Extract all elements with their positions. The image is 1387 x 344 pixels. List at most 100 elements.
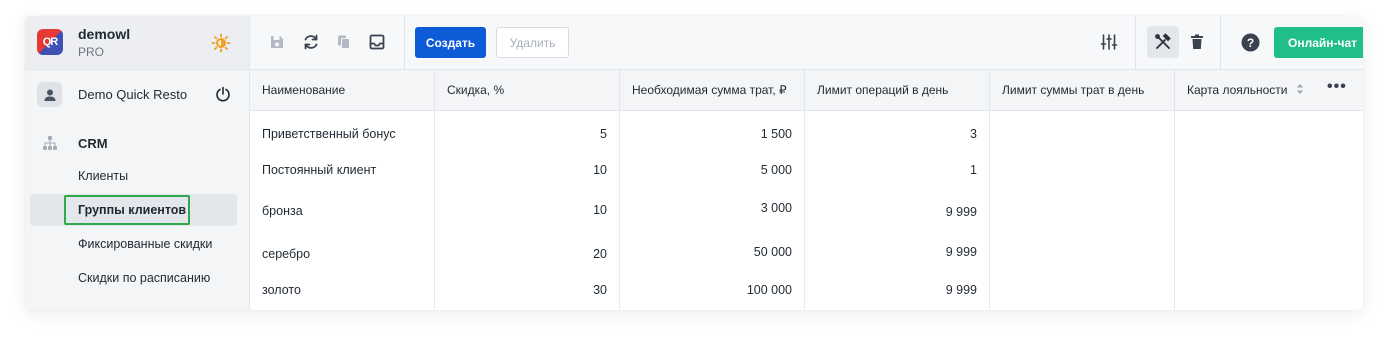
column-header-label: Необходимая сумма трат, ₽ <box>632 83 787 97</box>
column-header-daily-spend-limit[interactable]: Лимит суммы трат в день <box>990 70 1175 110</box>
table-cell-value: Приветственный бонус <box>262 127 396 141</box>
table-cell-value: серебро <box>262 247 311 261</box>
table-row[interactable]: Приветственный бонус 5 1 500 3 <box>250 111 1363 152</box>
table-cell-value: 10 <box>593 163 607 177</box>
brand-header[interactable]: QR demowl PRO <box>25 16 249 70</box>
table-row[interactable]: серебро 20 50 000 9 999 <box>250 231 1363 272</box>
hierarchy-icon <box>43 136 57 150</box>
column-header-daily-operations-limit[interactable]: Лимит операций в день <box>805 70 990 110</box>
table-cell[interactable]: 3 <box>805 111 990 151</box>
nav-item-label: Скидки по расписанию <box>78 271 211 285</box>
trash-icon[interactable] <box>1187 32 1207 52</box>
table-cell-value: 1 <box>970 163 977 177</box>
nav-item-fixed-discounts[interactable]: Фиксированные скидки <box>30 228 237 260</box>
toolbar-divider <box>404 16 405 69</box>
tools-icon[interactable] <box>1153 32 1173 52</box>
table-cell[interactable] <box>1175 151 1363 191</box>
table-cell[interactable] <box>990 271 1175 310</box>
table-cell-value: 9 999 <box>945 205 977 219</box>
nav-item-clients[interactable]: Клиенты <box>30 160 237 192</box>
more-options-icon[interactable]: ••• <box>1327 79 1347 96</box>
create-button[interactable]: Создать <box>415 27 486 58</box>
app-window: QR demowl PRO Demo Quick Resto CRM Клиен… <box>25 16 1363 310</box>
user-name: Demo Quick Resto <box>78 87 188 102</box>
table-cell-value: 50 000 <box>753 245 792 259</box>
nav-item-client-groups[interactable]: Группы клиентов <box>30 194 237 226</box>
table-cell[interactable] <box>990 111 1175 151</box>
inbox-icon[interactable] <box>367 32 387 52</box>
logout-power-icon[interactable] <box>215 86 231 102</box>
user-icon <box>44 89 55 101</box>
table-cell[interactable]: серебро <box>250 231 435 271</box>
nav-item-label: Группы клиентов <box>78 203 187 217</box>
column-header-discount[interactable]: Скидка, % <box>435 70 620 110</box>
column-header-required-spend[interactable]: Необходимая сумма трат, ₽ <box>620 70 805 110</box>
table-cell[interactable]: 9 999 <box>805 231 990 271</box>
table-cell[interactable]: 1 <box>805 151 990 191</box>
table-cell[interactable]: 1 500 <box>620 111 805 151</box>
columns-settings-icon[interactable] <box>1099 32 1119 52</box>
table-row[interactable]: золото 30 100 000 9 999 <box>250 271 1363 310</box>
table-row[interactable]: бронза 10 3 000 9 999 <box>250 191 1363 232</box>
table-cell-value: 10 <box>593 203 607 217</box>
table-cell-value: 20 <box>593 247 607 261</box>
nav-item-label: Фиксированные скидки <box>78 237 213 251</box>
table-cell[interactable] <box>1175 231 1363 271</box>
nav-item-label: Клиенты <box>78 169 129 183</box>
table-cell[interactable]: 20 <box>435 231 620 271</box>
sidebar: QR demowl PRO Demo Quick Resto CRM Клиен… <box>25 16 250 310</box>
table-cell[interactable]: 5 000 <box>620 151 805 191</box>
save-icon[interactable] <box>267 32 287 52</box>
table-cell[interactable] <box>990 231 1175 271</box>
theme-toggle-icon[interactable] <box>211 33 231 53</box>
table-header-row: Наименование Скидка, % Необходимая сумма… <box>250 70 1363 111</box>
table-cell[interactable] <box>990 191 1175 231</box>
nav-section-label: CRM <box>78 136 108 151</box>
online-chat-button[interactable]: Онлайн-чат <box>1274 27 1363 58</box>
table-cell[interactable] <box>990 151 1175 191</box>
data-table: Наименование Скидка, % Необходимая сумма… <box>250 70 1363 310</box>
nav-item-scheduled-discounts[interactable]: Скидки по расписанию <box>30 262 237 294</box>
table-cell[interactable] <box>1175 191 1363 231</box>
table-cell-value: 5 <box>600 127 607 141</box>
column-header-label: Карта лояльности <box>1187 83 1288 97</box>
table-cell-value: 1 500 <box>760 127 792 141</box>
table-cell-value: 9 999 <box>945 245 977 259</box>
table-cell[interactable] <box>1175 271 1363 310</box>
table-row[interactable]: Постоянный клиент 10 5 000 1 <box>250 151 1363 192</box>
table-cell[interactable]: 50 000 <box>620 231 805 271</box>
column-header-label: Скидка, % <box>447 83 505 97</box>
table-cell[interactable]: 30 <box>435 271 620 310</box>
table-cell[interactable] <box>1175 111 1363 151</box>
toolbar-divider <box>1220 16 1221 69</box>
table-cell-value: 3 <box>970 127 977 141</box>
column-header-name[interactable]: Наименование <box>250 70 435 110</box>
table-cell-value: Постоянный клиент <box>262 163 377 177</box>
table-cell-value: 5 000 <box>760 163 792 177</box>
table-cell[interactable]: 10 <box>435 191 620 231</box>
toolbar: Создать Удалить ? Онлайн-чат <box>250 16 1363 70</box>
help-icon[interactable]: ? <box>1240 32 1260 52</box>
table-cell[interactable]: Приветственный бонус <box>250 111 435 151</box>
table-cell[interactable]: бронза <box>250 191 435 231</box>
copy-icon[interactable] <box>334 32 354 52</box>
nav-section-crm[interactable]: CRM <box>25 132 249 156</box>
delete-button[interactable]: Удалить <box>496 27 569 58</box>
table-cell[interactable]: золото <box>250 271 435 310</box>
brand-plan: PRO <box>78 45 105 59</box>
table-cell-value: 3 000 <box>760 201 792 215</box>
refresh-icon[interactable] <box>301 32 321 52</box>
table-cell[interactable]: 10 <box>435 151 620 191</box>
table-cell-value: 30 <box>593 283 607 297</box>
table-cell-value: золото <box>262 283 301 297</box>
table-cell[interactable]: 9 999 <box>805 271 990 310</box>
table-cell[interactable]: Постоянный клиент <box>250 151 435 191</box>
table-cell-value: 100 000 <box>746 283 792 297</box>
user-row[interactable]: Demo Quick Resto <box>25 78 249 112</box>
table-cell[interactable]: 9 999 <box>805 191 990 231</box>
table-cell[interactable]: 100 000 <box>620 271 805 310</box>
table-cell[interactable]: 3 000 <box>620 191 805 231</box>
column-header-label: Наименование <box>262 83 346 97</box>
sort-icon[interactable] <box>1296 83 1304 95</box>
table-cell[interactable]: 5 <box>435 111 620 151</box>
